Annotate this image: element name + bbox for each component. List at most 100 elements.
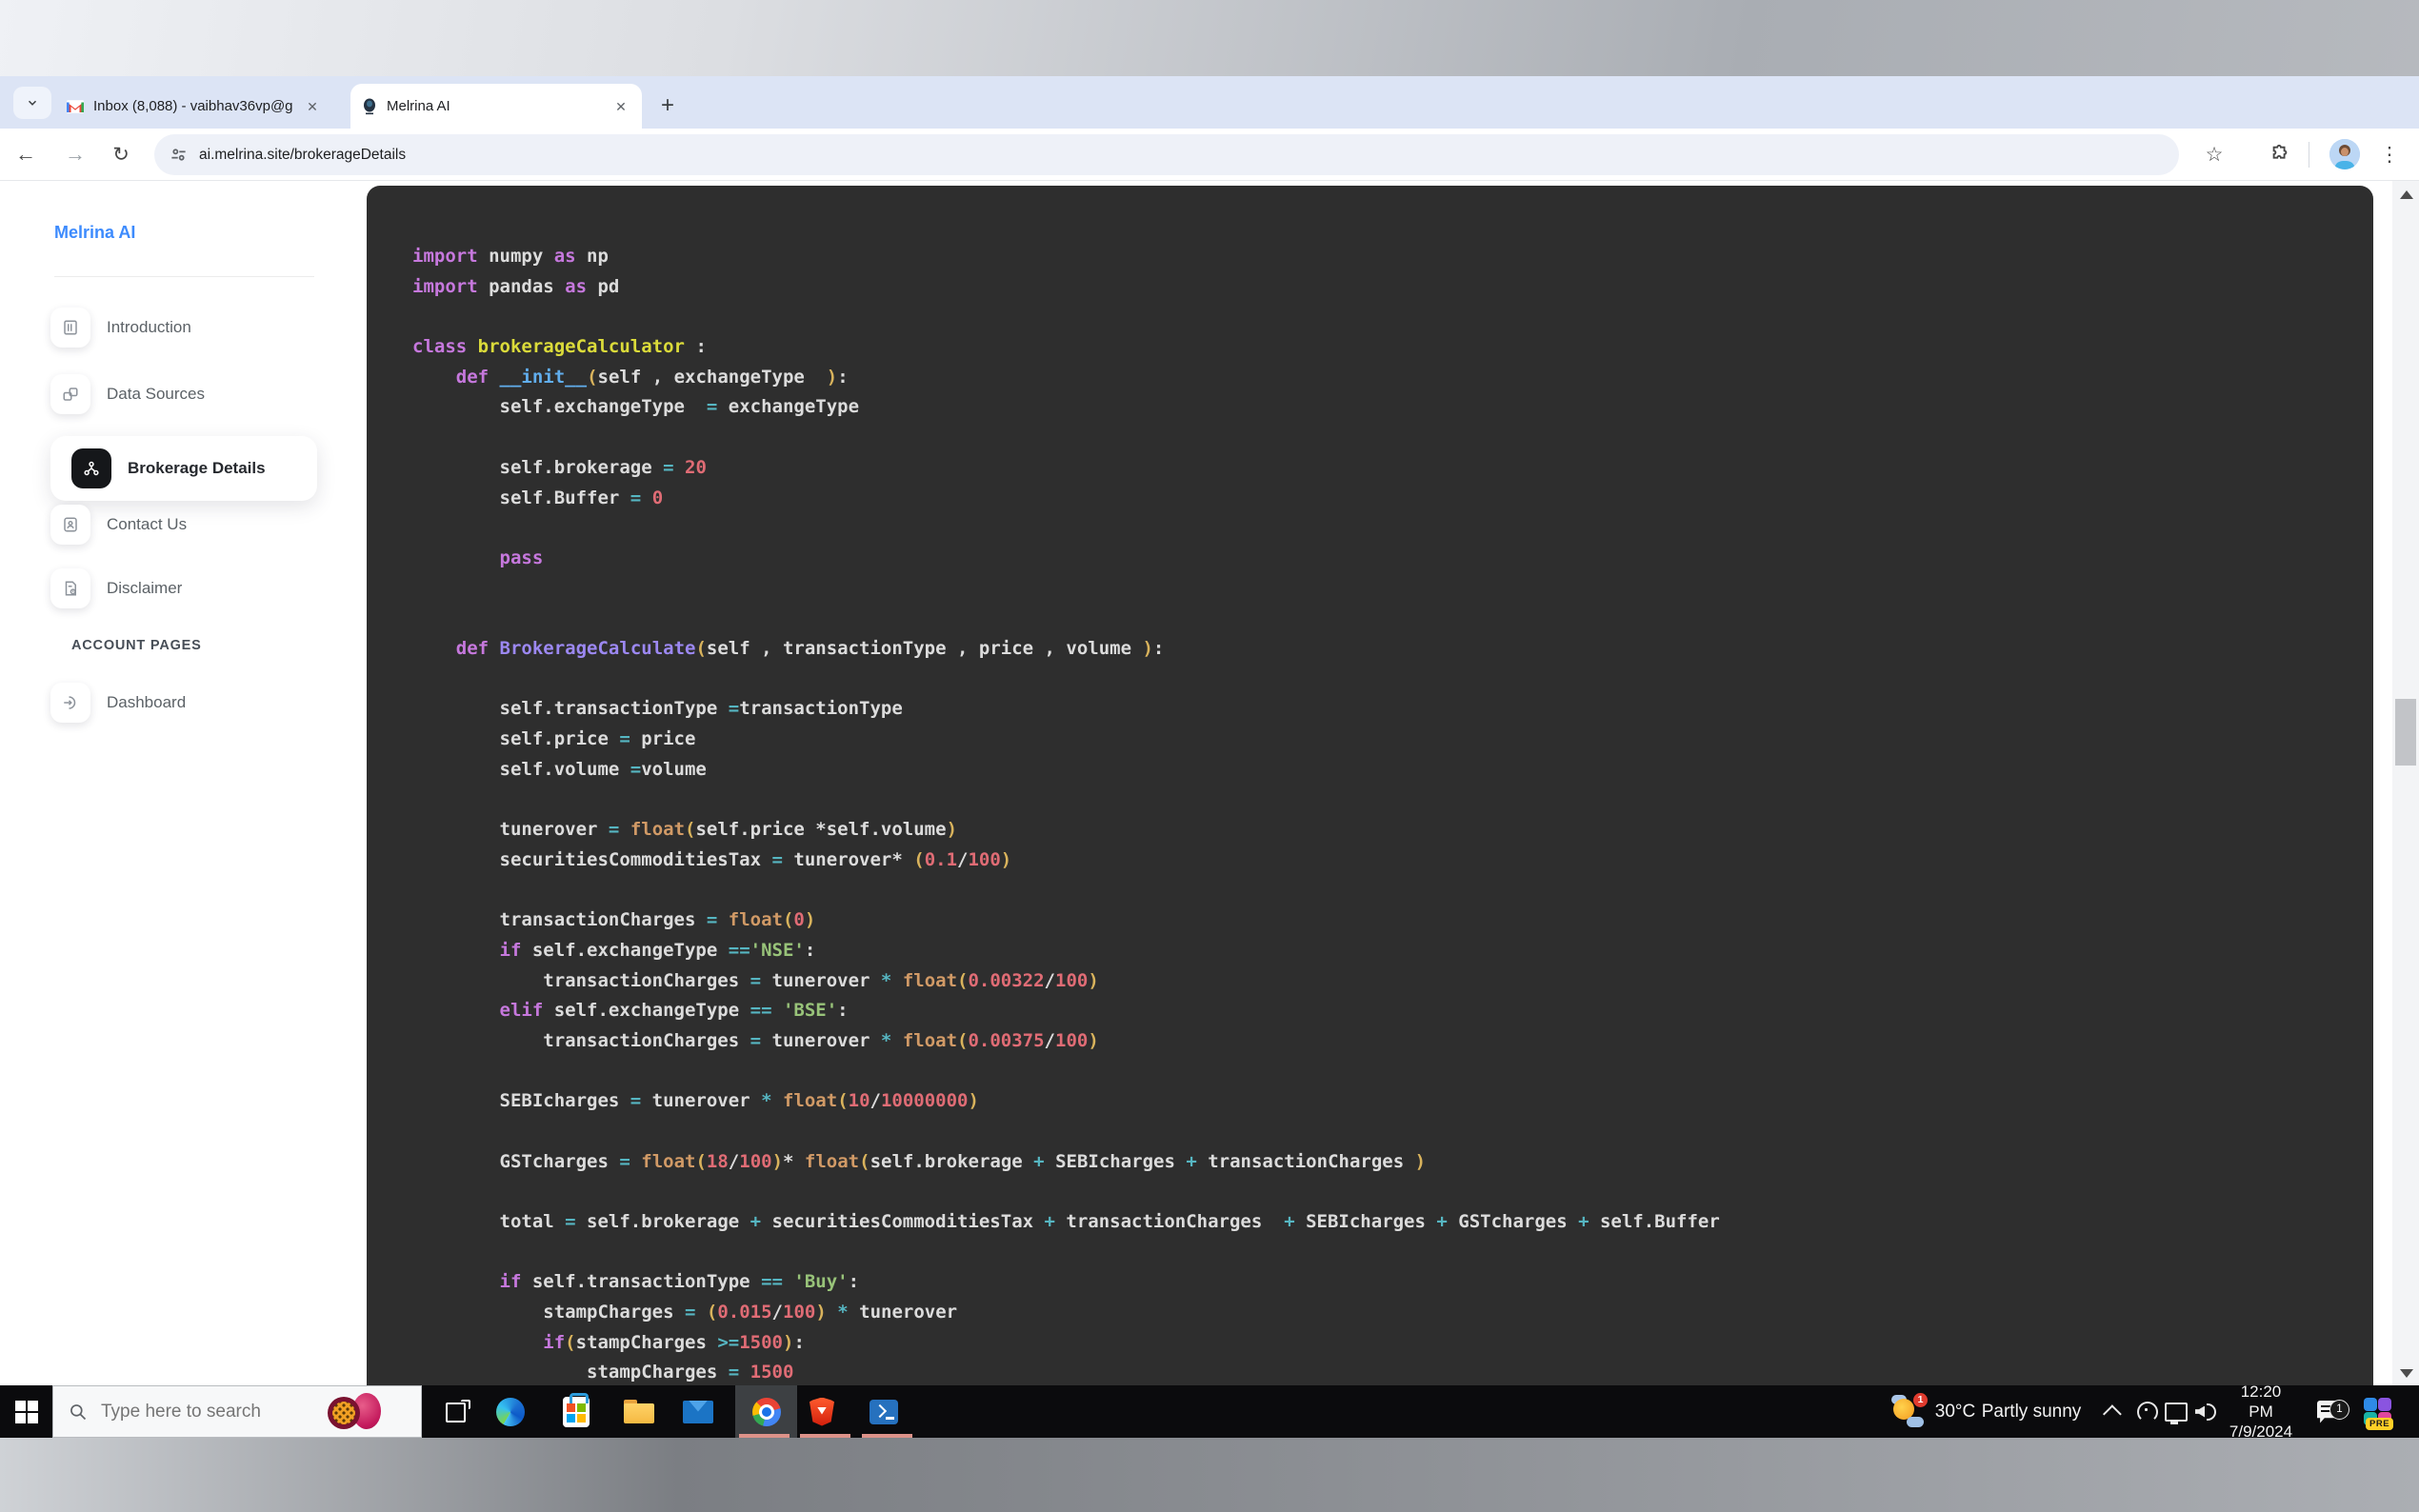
code-panel: import numpy as np import pandas as pd cl… xyxy=(367,186,2373,1385)
brave-app-button[interactable] xyxy=(796,1385,848,1438)
speaker-wave-icon xyxy=(2207,1403,2216,1421)
scrollbar-thumb[interactable] xyxy=(2395,699,2416,766)
tray-overflow-button[interactable] xyxy=(2100,1385,2129,1438)
microsoft-store-button[interactable] xyxy=(550,1385,602,1438)
introduction-icon xyxy=(50,308,90,348)
chevron-down-icon xyxy=(26,96,39,109)
page-content: Melrina AI Introduction Data Sources Bro… xyxy=(0,181,2419,1385)
desktop-background-bottom xyxy=(0,1438,2419,1512)
disclaimer-icon xyxy=(50,568,90,608)
task-view-button[interactable] xyxy=(432,1385,484,1438)
taskbar-search-box[interactable] xyxy=(52,1385,422,1438)
rotation-lock-button[interactable] xyxy=(2133,1385,2162,1438)
search-highlight-fruit-icon[interactable] xyxy=(328,1391,383,1433)
sidebar-item-disclaimer[interactable]: Disclaimer xyxy=(50,559,336,618)
edge-app-button[interactable] xyxy=(485,1385,536,1438)
tab-melrina[interactable]: Melrina AI ✕ xyxy=(350,84,642,129)
weather-icon: 1 xyxy=(1891,1392,1928,1429)
url-text: ai.melrina.site/brokerageDetails xyxy=(199,146,407,163)
weather-tray-button[interactable]: 1 xyxy=(1886,1385,1931,1438)
file-explorer-button[interactable] xyxy=(613,1385,665,1438)
address-bar[interactable]: ai.melrina.site/brokerageDetails xyxy=(154,134,2179,175)
sidebar-item-label: Disclaimer xyxy=(107,579,183,597)
search-icon xyxy=(69,1403,88,1422)
task-view-icon xyxy=(446,1399,470,1424)
copilot-preview-badge: PRE xyxy=(2366,1417,2394,1430)
windows-logo-icon xyxy=(14,1400,38,1423)
action-center-button[interactable]: 1 xyxy=(2309,1385,2350,1438)
weather-condition-text[interactable]: Partly sunny xyxy=(1981,1385,2082,1438)
sidebar-item-label: Introduction xyxy=(107,318,191,336)
sidebar-item-brokerage-details[interactable]: Brokerage Details xyxy=(50,436,317,501)
edge-icon xyxy=(496,1397,525,1426)
temperature-text[interactable]: 30°C xyxy=(1933,1385,1977,1438)
back-button[interactable]: ← xyxy=(8,136,44,172)
copilot-icon: PRE xyxy=(2364,1397,2394,1430)
forward-button[interactable]: → xyxy=(57,136,93,172)
rotation-lock-icon xyxy=(2137,1401,2158,1422)
sidebar-item-label: Dashboard xyxy=(107,693,187,711)
sidebar-item-introduction[interactable]: Introduction xyxy=(50,298,336,357)
scroll-down-icon[interactable] xyxy=(2400,1369,2413,1378)
network-button[interactable] xyxy=(2160,1385,2192,1438)
brand-logo[interactable]: Melrina AI xyxy=(54,223,135,243)
vertical-scrollbar[interactable] xyxy=(2392,181,2419,1385)
contact-us-icon xyxy=(50,505,90,545)
volume-button[interactable] xyxy=(2190,1385,2221,1438)
brokerage-details-icon xyxy=(71,448,111,488)
sidebar-item-data-sources[interactable]: Data Sources xyxy=(50,365,336,424)
tab-title: Inbox (8,088) - vaibhav36vp@g xyxy=(93,98,293,114)
code-block: import numpy as np import pandas as pd cl… xyxy=(412,246,1720,1383)
microsoft-store-icon xyxy=(563,1392,590,1427)
powershell-app-button[interactable] xyxy=(858,1385,910,1438)
site-info-icon[interactable] xyxy=(170,146,188,164)
start-button[interactable] xyxy=(0,1385,52,1438)
network-icon xyxy=(2165,1402,2188,1424)
brave-running-indicator xyxy=(800,1434,850,1438)
mail-app-button[interactable] xyxy=(672,1385,724,1438)
tab-strip: Inbox (8,088) - vaibhav36vp@g ✕ Melrina … xyxy=(0,76,2419,191)
brave-icon xyxy=(810,1397,834,1426)
dashboard-icon xyxy=(50,683,90,723)
mail-icon xyxy=(683,1400,713,1423)
close-icon[interactable]: ✕ xyxy=(611,97,630,116)
desktop-background-top xyxy=(0,0,2419,76)
gmail-favicon-icon xyxy=(67,99,84,113)
sidebar-item-label: Brokerage Details xyxy=(128,459,266,477)
extensions-puzzle-icon[interactable] xyxy=(2264,138,2296,170)
sidebar: Melrina AI Introduction Data Sources Bro… xyxy=(0,181,367,1385)
notification-count-badge: 1 xyxy=(2329,1399,2349,1420)
data-sources-icon xyxy=(50,374,90,414)
file-explorer-icon xyxy=(624,1399,654,1424)
weather-badge: 1 xyxy=(1913,1392,1928,1407)
speaker-icon xyxy=(2195,1405,2205,1418)
powershell-icon xyxy=(870,1399,898,1424)
new-tab-button[interactable]: + xyxy=(653,91,682,120)
sidebar-item-contact-us[interactable]: Contact Us xyxy=(50,495,336,554)
chrome-running-indicator xyxy=(739,1434,790,1438)
sidebar-item-dashboard[interactable]: Dashboard xyxy=(50,673,336,732)
scroll-up-icon[interactable] xyxy=(2400,190,2413,199)
sidebar-item-label: Contact Us xyxy=(107,515,188,533)
sidebar-section-heading: ACCOUNT PAGES xyxy=(71,638,202,653)
browser-toolbar: ← → ↻ ai.melrina.site/brokerageDetails ☆… xyxy=(0,129,2419,181)
reload-button[interactable]: ↻ xyxy=(103,136,139,172)
close-icon[interactable]: ✕ xyxy=(303,97,322,116)
taskbar-search-input[interactable] xyxy=(99,1400,322,1423)
chrome-app-button[interactable] xyxy=(735,1385,797,1438)
bookmark-star-icon[interactable]: ☆ xyxy=(2198,138,2230,170)
melrina-favicon-icon xyxy=(362,98,377,115)
tab-search-button[interactable] xyxy=(13,87,51,119)
browser-menu-kebab-icon[interactable]: ⋮ xyxy=(2373,138,2406,170)
sidebar-divider xyxy=(54,276,314,277)
tab-title: Melrina AI xyxy=(387,98,450,114)
profile-avatar[interactable] xyxy=(2329,139,2360,169)
chevron-up-icon xyxy=(2102,1403,2122,1423)
powershell-running-indicator xyxy=(862,1434,912,1438)
tab-gmail[interactable]: Inbox (8,088) - vaibhav36vp@g ✕ xyxy=(55,84,333,129)
date-text: 7/9/2024 xyxy=(2229,1422,2293,1441)
copilot-button[interactable]: PRE xyxy=(2356,1385,2400,1438)
clock[interactable]: 12:20 PM 7/9/2024 xyxy=(2227,1383,2295,1441)
windows-taskbar: 1 30°C Partly sunny 12:20 PM 7/9/2024 1 … xyxy=(0,1383,2419,1441)
sidebar-item-label: Data Sources xyxy=(107,385,205,403)
